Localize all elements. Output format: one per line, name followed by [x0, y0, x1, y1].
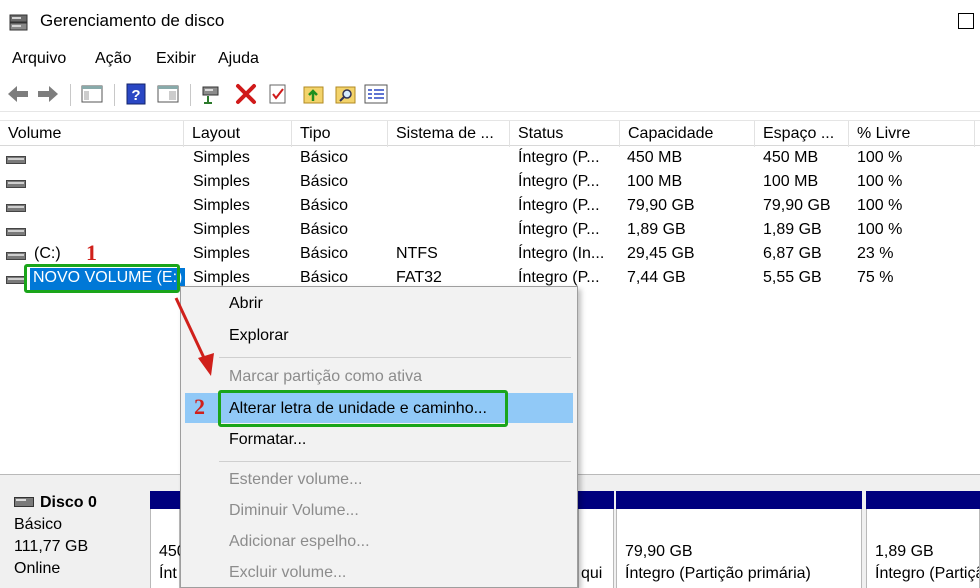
volume-icon: [6, 180, 26, 188]
column-espaco[interactable]: Espaço ...: [755, 121, 849, 147]
maximize-button[interactable]: [958, 13, 974, 29]
menu-item-estender[interactable]: Estender volume...: [229, 471, 362, 489]
list-view-icon[interactable]: [364, 82, 388, 106]
annotation-box-menu-item: [218, 390, 508, 427]
annotation-number-1: 1: [86, 240, 97, 265]
menu-item-formatar[interactable]: Formatar...: [229, 431, 306, 449]
column-volume[interactable]: Volume: [0, 121, 184, 147]
menu-item-excluir[interactable]: Excluir volume...: [229, 564, 346, 582]
table-row[interactable]: Simples Básico Íntegro (P... 100 MB 100 …: [0, 172, 980, 196]
volume-icon: [6, 276, 26, 284]
disk-size: 111,77 GB: [14, 538, 89, 555]
disk-management-icon: [9, 14, 28, 31]
folder-search-icon[interactable]: [334, 82, 358, 106]
volume-icon: [6, 228, 26, 236]
partition-bar: [616, 491, 862, 509]
menu-item-diminuir[interactable]: Diminuir Volume...: [229, 502, 359, 520]
table-row[interactable]: Simples Básico Íntegro (P... 1,89 GB 1,8…: [0, 220, 980, 244]
connect-icon[interactable]: [200, 82, 224, 106]
table-header: Volume Layout Tipo Sistema de ... Status…: [0, 120, 980, 147]
menu-separator: [219, 461, 571, 462]
toolbar: ?: [0, 78, 980, 112]
menu-bar: Arquivo Ação Exibir Ajuda: [0, 46, 980, 74]
menu-acao[interactable]: Ação: [95, 50, 131, 68]
disk-state: Online: [14, 560, 61, 577]
volume-icon: [6, 204, 26, 212]
menu-exibir[interactable]: Exibir: [156, 50, 196, 68]
forward-arrow-icon[interactable]: [36, 82, 60, 106]
menu-separator: [219, 357, 571, 358]
context-menu: Abrir Explorar Marcar partição como ativ…: [180, 286, 578, 588]
disk-0-info[interactable]: Disco 0 Básico 111,77 GB Online: [0, 487, 148, 588]
menu-item-abrir[interactable]: Abrir: [229, 295, 263, 313]
console-tree-icon[interactable]: [80, 82, 104, 106]
menu-arquivo[interactable]: Arquivo: [12, 50, 66, 68]
menu-item-explorar[interactable]: Explorar: [229, 327, 289, 345]
column-layout[interactable]: Layout: [184, 121, 292, 147]
check-document-icon[interactable]: [266, 82, 290, 106]
menu-ajuda[interactable]: Ajuda: [218, 50, 259, 68]
column-status[interactable]: Status: [510, 121, 620, 147]
properties-icon[interactable]: [156, 82, 180, 106]
folder-up-icon[interactable]: [302, 82, 326, 106]
window-title: Gerenciamento de disco: [40, 11, 225, 30]
partition-block[interactable]: 450 Ínt: [150, 509, 186, 588]
annotation-number-2: 2: [194, 394, 205, 419]
svg-text:?: ?: [131, 87, 140, 104]
disk-name: Disco 0: [40, 494, 97, 511]
table-row[interactable]: Simples Básico Íntegro (P... 450 MB 450 …: [0, 148, 980, 172]
column-sistema[interactable]: Sistema de ...: [388, 121, 510, 147]
delete-icon[interactable]: [234, 82, 258, 106]
column-livre[interactable]: % Livre: [849, 121, 975, 147]
table-row[interactable]: Simples Básico Íntegro (P... 79,90 GB 79…: [0, 196, 980, 220]
menu-item-espelho[interactable]: Adicionar espelho...: [229, 533, 370, 551]
column-tipo[interactable]: Tipo: [292, 121, 388, 147]
annotation-box-volume: [24, 264, 180, 293]
partition-block[interactable]: 79,90 GB Íntegro (Partição primária): [616, 509, 862, 588]
disk-type: Básico: [14, 516, 63, 533]
column-capacidade[interactable]: Capacidade: [620, 121, 755, 147]
menu-item-marcar-ativa[interactable]: Marcar partição como ativa: [229, 368, 422, 386]
partition-block[interactable]: 1,89 GB Íntegro (Partição pri: [866, 509, 980, 588]
volume-icon: [6, 156, 26, 164]
title-bar: Gerenciamento de disco: [0, 0, 980, 44]
disk-icon: [14, 497, 34, 507]
back-arrow-icon[interactable]: [6, 82, 30, 106]
help-icon[interactable]: ?: [124, 82, 148, 106]
volume-icon: [6, 252, 26, 260]
partition-bar: [866, 491, 980, 509]
partition-block[interactable]: qui: [578, 509, 614, 588]
